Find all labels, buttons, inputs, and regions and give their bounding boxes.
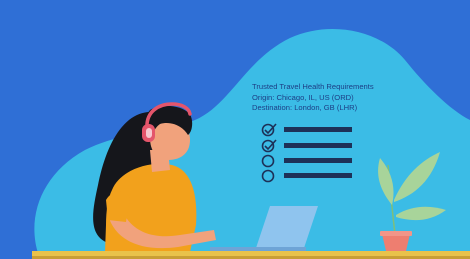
info-destination: Destination: London, GB (LHR) — [252, 103, 358, 112]
sleeve — [106, 191, 130, 222]
checklist-line — [284, 173, 352, 178]
travel-health-illustration: Trusted Travel Health Requirements Origi… — [0, 0, 470, 259]
illustration-graphic — [32, 29, 470, 259]
info-heading: Trusted Travel Health Requirements — [252, 82, 374, 91]
checklist-line — [284, 158, 352, 163]
info-origin: Origin: Chicago, IL, US (ORD) — [252, 92, 354, 102]
checklist-line — [284, 143, 352, 148]
checklist-line — [284, 127, 352, 132]
desk — [32, 251, 470, 256]
travel-info: Trusted Travel Health Requirements Origi… — [252, 82, 374, 114]
